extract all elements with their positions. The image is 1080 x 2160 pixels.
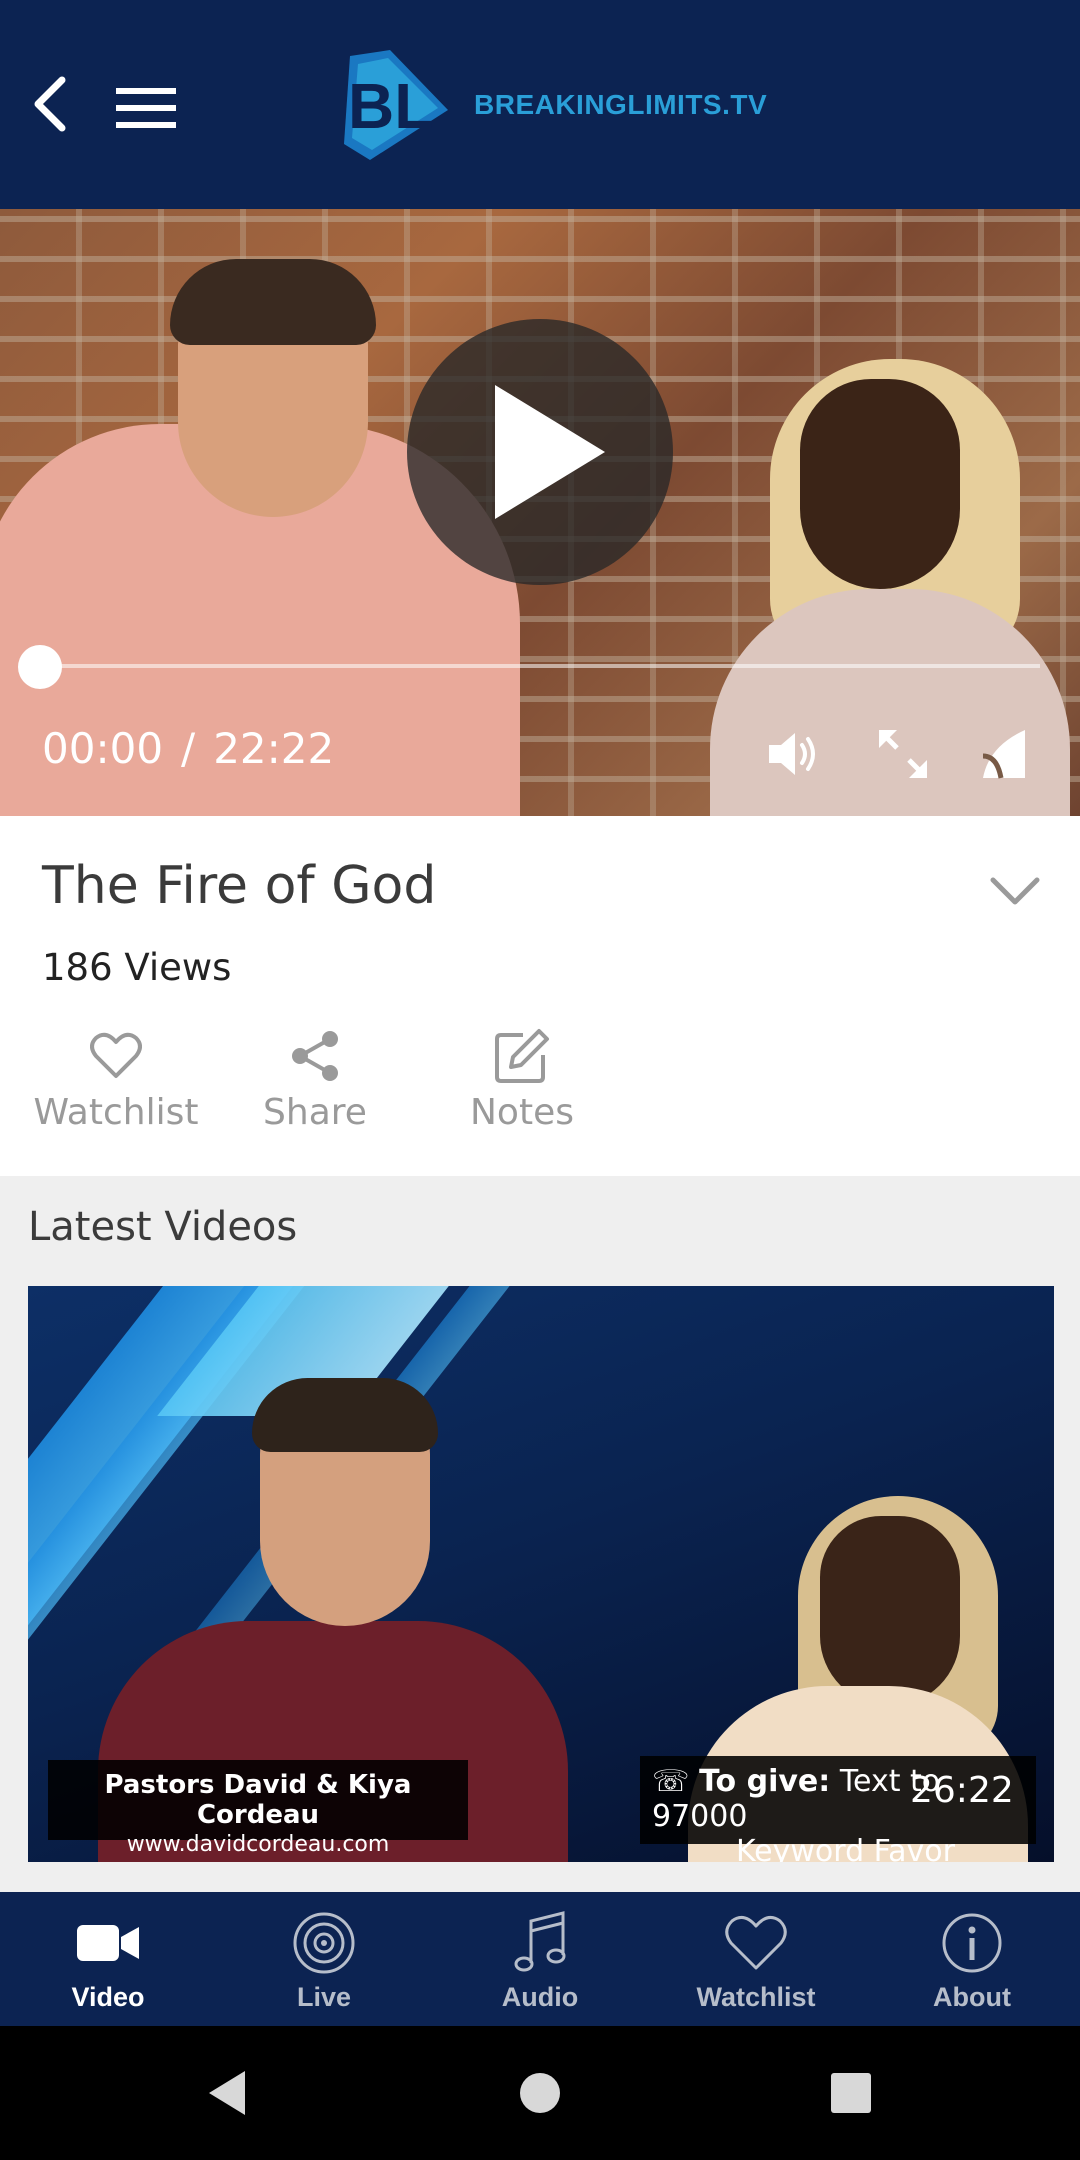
hamburger-menu-icon: [116, 88, 176, 128]
logo-mark: BL: [330, 44, 454, 166]
video-thumbnail[interactable]: Pastors David & Kiya Cordeau www.davidco…: [28, 1286, 1054, 1862]
share-icon: [292, 1031, 338, 1081]
thumbnail-caption: Pastors David & Kiya Cordeau www.davidco…: [48, 1760, 468, 1857]
give-label: To give:: [699, 1764, 831, 1799]
back-button[interactable]: [18, 62, 82, 146]
app-logo[interactable]: BL BREAKINGLIMITS.TV: [330, 44, 767, 166]
notes-label: Notes: [470, 1092, 574, 1133]
fullscreen-icon: [879, 730, 927, 778]
nav-item-video[interactable]: Video: [0, 1892, 216, 2026]
nav-label: Watchlist: [696, 1982, 816, 2012]
heart-icon: [90, 1032, 142, 1078]
caption-url: www.davidcordeau.com: [126, 1832, 390, 1857]
music-note-icon: [514, 1911, 566, 1972]
share-button[interactable]: Share: [208, 1026, 422, 1133]
system-recents-button[interactable]: [806, 2048, 896, 2138]
video-frame-person-head: [800, 379, 960, 589]
back-arrow-icon: [34, 76, 66, 132]
time-separator: /: [181, 724, 196, 773]
bottom-navigation: Video Live Audio Watchlist About: [0, 1892, 1080, 2026]
thumbnail-person-hair: [252, 1378, 438, 1452]
section-title: Latest Videos: [28, 1204, 298, 1250]
logo-text: BREAKINGLIMITS.TV: [474, 89, 768, 120]
action-bar: Watchlist Share Notes: [24, 1026, 622, 1133]
video-player[interactable]: 00:00 / 22:22: [0, 209, 1080, 816]
video-camera-icon: [77, 1925, 139, 1961]
nav-label: Video: [71, 1982, 145, 2012]
nav-item-audio[interactable]: Audio: [432, 1892, 648, 2026]
svg-text:BL: BL: [348, 70, 433, 142]
fullscreen-button[interactable]: [868, 719, 938, 789]
circle-home-icon: [520, 2073, 560, 2113]
system-navigation-bar: [0, 2026, 1080, 2160]
square-recents-icon: [831, 2073, 871, 2113]
total-duration: 22:22: [213, 724, 335, 773]
give-keyword: Keyword Favor: [736, 1834, 955, 1862]
current-time: 00:00: [42, 724, 164, 773]
watchlist-button[interactable]: Watchlist: [24, 1026, 208, 1133]
video-title: The Fire of God: [42, 856, 437, 916]
triangle-back-icon: [209, 2071, 245, 2115]
watchlist-label: Watchlist: [33, 1092, 199, 1133]
time-display: 00:00 / 22:22: [42, 724, 334, 773]
system-back-button[interactable]: [182, 2048, 272, 2138]
info-icon: [942, 1913, 1002, 1973]
system-home-button[interactable]: [495, 2048, 585, 2138]
expand-description-button[interactable]: [980, 866, 1050, 916]
cast-button[interactable]: [968, 719, 1038, 789]
thumbnail-person-head: [820, 1516, 960, 1706]
video-duration: 26:22: [910, 1770, 1014, 1811]
heart-icon: [725, 1915, 787, 1970]
video-info-card: The Fire of God 186 Views Watchlist Shar…: [0, 816, 1080, 1176]
live-broadcast-icon: [293, 1912, 355, 1974]
volume-button[interactable]: [760, 719, 830, 789]
progress-handle[interactable]: [18, 645, 62, 689]
video-frame-person-hair: [170, 259, 376, 345]
nav-item-watchlist[interactable]: Watchlist: [648, 1892, 864, 2026]
caption-name: Pastors David & Kiya Cordeau: [104, 1770, 412, 1830]
nav-label: About: [933, 1982, 1011, 2012]
phone-icon: ☏: [652, 1764, 690, 1799]
play-icon: [495, 385, 605, 519]
latest-videos-section: Latest Videos Pastors David & Kiya Corde…: [0, 1176, 1080, 1892]
edit-icon: [495, 1029, 549, 1083]
volume-icon: [769, 733, 815, 775]
menu-button[interactable]: [108, 72, 184, 144]
nav-label: Audio: [501, 1982, 579, 2012]
notes-button[interactable]: Notes: [422, 1026, 622, 1133]
app-header: BL BREAKINGLIMITS.TV: [0, 0, 1080, 209]
nav-item-live[interactable]: Live: [216, 1892, 432, 2026]
chevron-down-icon: [990, 877, 1040, 905]
share-label: Share: [263, 1092, 367, 1133]
view-count: 186 Views: [42, 946, 232, 989]
progress-track[interactable]: [40, 664, 1040, 668]
nav-label: Live: [296, 1982, 352, 2012]
nav-item-about[interactable]: About: [864, 1892, 1080, 2026]
play-button[interactable]: [407, 319, 673, 585]
cast-icon: [982, 730, 1025, 779]
